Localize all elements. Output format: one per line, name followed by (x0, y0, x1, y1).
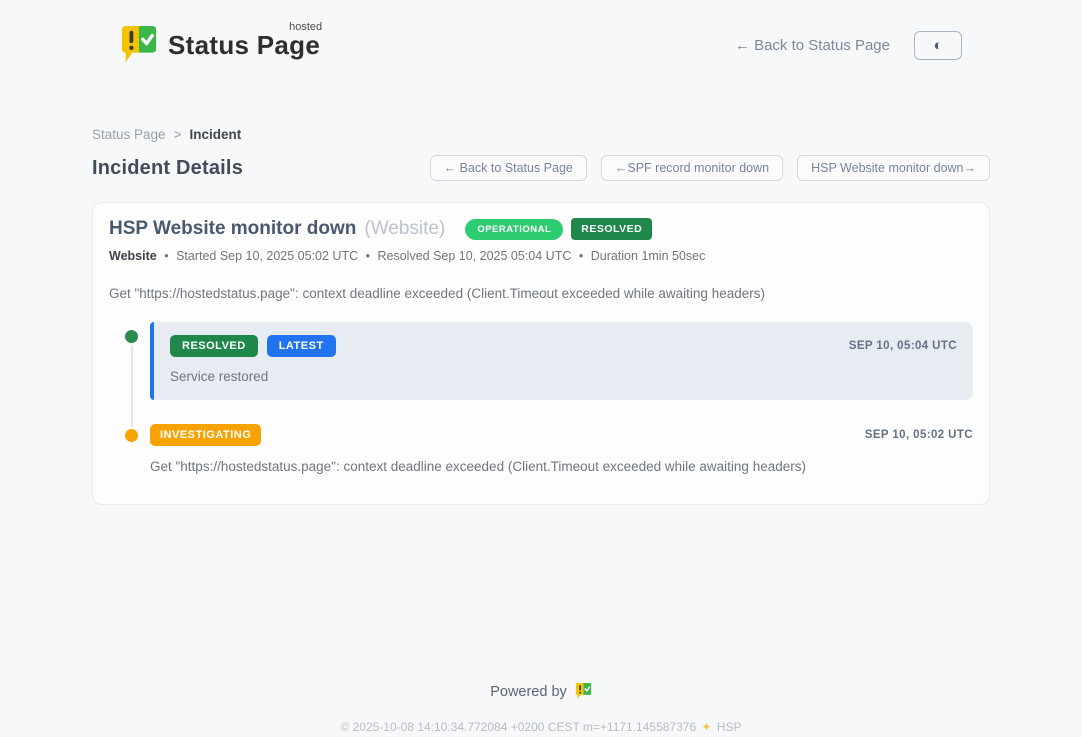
incident-timeline: RESOLVED LATEST SEP 10, 05:04 UTC Servic… (109, 322, 973, 474)
copyright-line: © 2025-10-08 14:10:34.772084 +0200 CEST … (0, 720, 1082, 734)
timeline-entry-message: Service restored (170, 369, 957, 384)
header-right: ← Back to Status Page ◐ (735, 31, 962, 60)
meta-component: Website (109, 249, 157, 263)
header: Status Page hosted ← Back to Status Page… (120, 0, 962, 76)
timeline-entry-header: INVESTIGATING SEP 10, 05:02 UTC (150, 424, 973, 446)
timeline-dot-investigating (123, 427, 140, 444)
timeline-entry-badges: RESOLVED LATEST (170, 335, 336, 357)
brand-name: Status Page (168, 30, 320, 60)
sparkle-icon: ✦ (701, 720, 711, 734)
theme-toggle-button[interactable]: ◐ (914, 31, 962, 60)
main-content: Status Page > Incident Incident Details … (92, 127, 990, 505)
timeline-entry-header: RESOLVED LATEST SEP 10, 05:04 UTC (170, 335, 957, 357)
latest-tag-badge: LATEST (267, 335, 336, 357)
meta-started: Started Sep 10, 2025 05:02 UTC (176, 249, 358, 263)
timeline-entry-message: Get "https://hostedstatus.page": context… (150, 459, 973, 474)
copyright-brand: HSP (717, 720, 742, 734)
incident-subsystem: (Website) (364, 218, 445, 240)
page-title: Incident Details (92, 157, 243, 180)
timeline-entry-timestamp: SEP 10, 05:04 UTC (849, 340, 957, 352)
timeline-entry-timestamp: SEP 10, 05:02 UTC (865, 429, 973, 441)
incident-title-row: HSP Website monitor down (Website) OPERA… (109, 218, 973, 240)
incident-description: Get "https://hostedstatus.page": context… (109, 286, 973, 301)
next-incident-button[interactable]: HSP Website monitor down→ (797, 155, 990, 181)
resolved-badge: RESOLVED (571, 218, 652, 240)
timeline-entry-latest: RESOLVED LATEST SEP 10, 05:04 UTC Servic… (150, 322, 973, 400)
meta-separator: • (579, 249, 583, 263)
incident-card: HSP Website monitor down (Website) OPERA… (92, 202, 990, 505)
resolved-status-badge: RESOLVED (170, 335, 258, 357)
meta-separator: • (164, 249, 168, 263)
meta-duration: Duration 1min 50sec (591, 249, 706, 263)
copyright-text: © 2025-10-08 14:10:34.772084 +0200 CEST … (340, 720, 696, 734)
meta-separator: • (366, 249, 370, 263)
breadcrumb-separator: > (174, 127, 182, 142)
title-row: Incident Details ← Back to Status Page ←… (92, 155, 990, 181)
brand-hosted-label: hosted (289, 21, 322, 33)
incident-meta: Website • Started Sep 10, 2025 05:02 UTC… (109, 249, 973, 263)
footer: Powered by © 2025-10-08 14:10:34.772084 … (0, 682, 1082, 734)
timeline-connector-line (131, 338, 133, 436)
timeline-dot-resolved (123, 328, 140, 345)
powered-by-row: Powered by (0, 682, 1082, 701)
operational-badge: OPERATIONAL (465, 219, 563, 240)
breadcrumb: Status Page > Incident (92, 127, 990, 142)
breadcrumb-incident: Incident (189, 127, 241, 142)
timeline-entry-investigating: INVESTIGATING SEP 10, 05:02 UTC Get "htt… (150, 424, 973, 474)
status-bubble-icon (120, 24, 158, 66)
breadcrumb-status-page[interactable]: Status Page (92, 127, 166, 142)
brand-logo[interactable]: Status Page hosted (120, 24, 322, 66)
prev-incident-button[interactable]: ←SPF record monitor down (601, 155, 783, 181)
meta-resolved: Resolved Sep 10, 2025 05:04 UTC (377, 249, 571, 263)
investigating-status-badge: INVESTIGATING (150, 424, 261, 446)
incident-nav-buttons: ← Back to Status Page ←SPF record monito… (430, 155, 990, 181)
status-bubble-icon[interactable] (575, 682, 592, 701)
back-to-status-page-button[interactable]: ← Back to Status Page (430, 155, 587, 181)
half-circle-icon: ◐ (933, 38, 942, 53)
incident-title: HSP Website monitor down (109, 218, 356, 240)
brand-text: Status Page hosted (168, 30, 322, 61)
powered-by-label: Powered by (490, 684, 567, 700)
header-back-link[interactable]: ← Back to Status Page (735, 37, 890, 54)
